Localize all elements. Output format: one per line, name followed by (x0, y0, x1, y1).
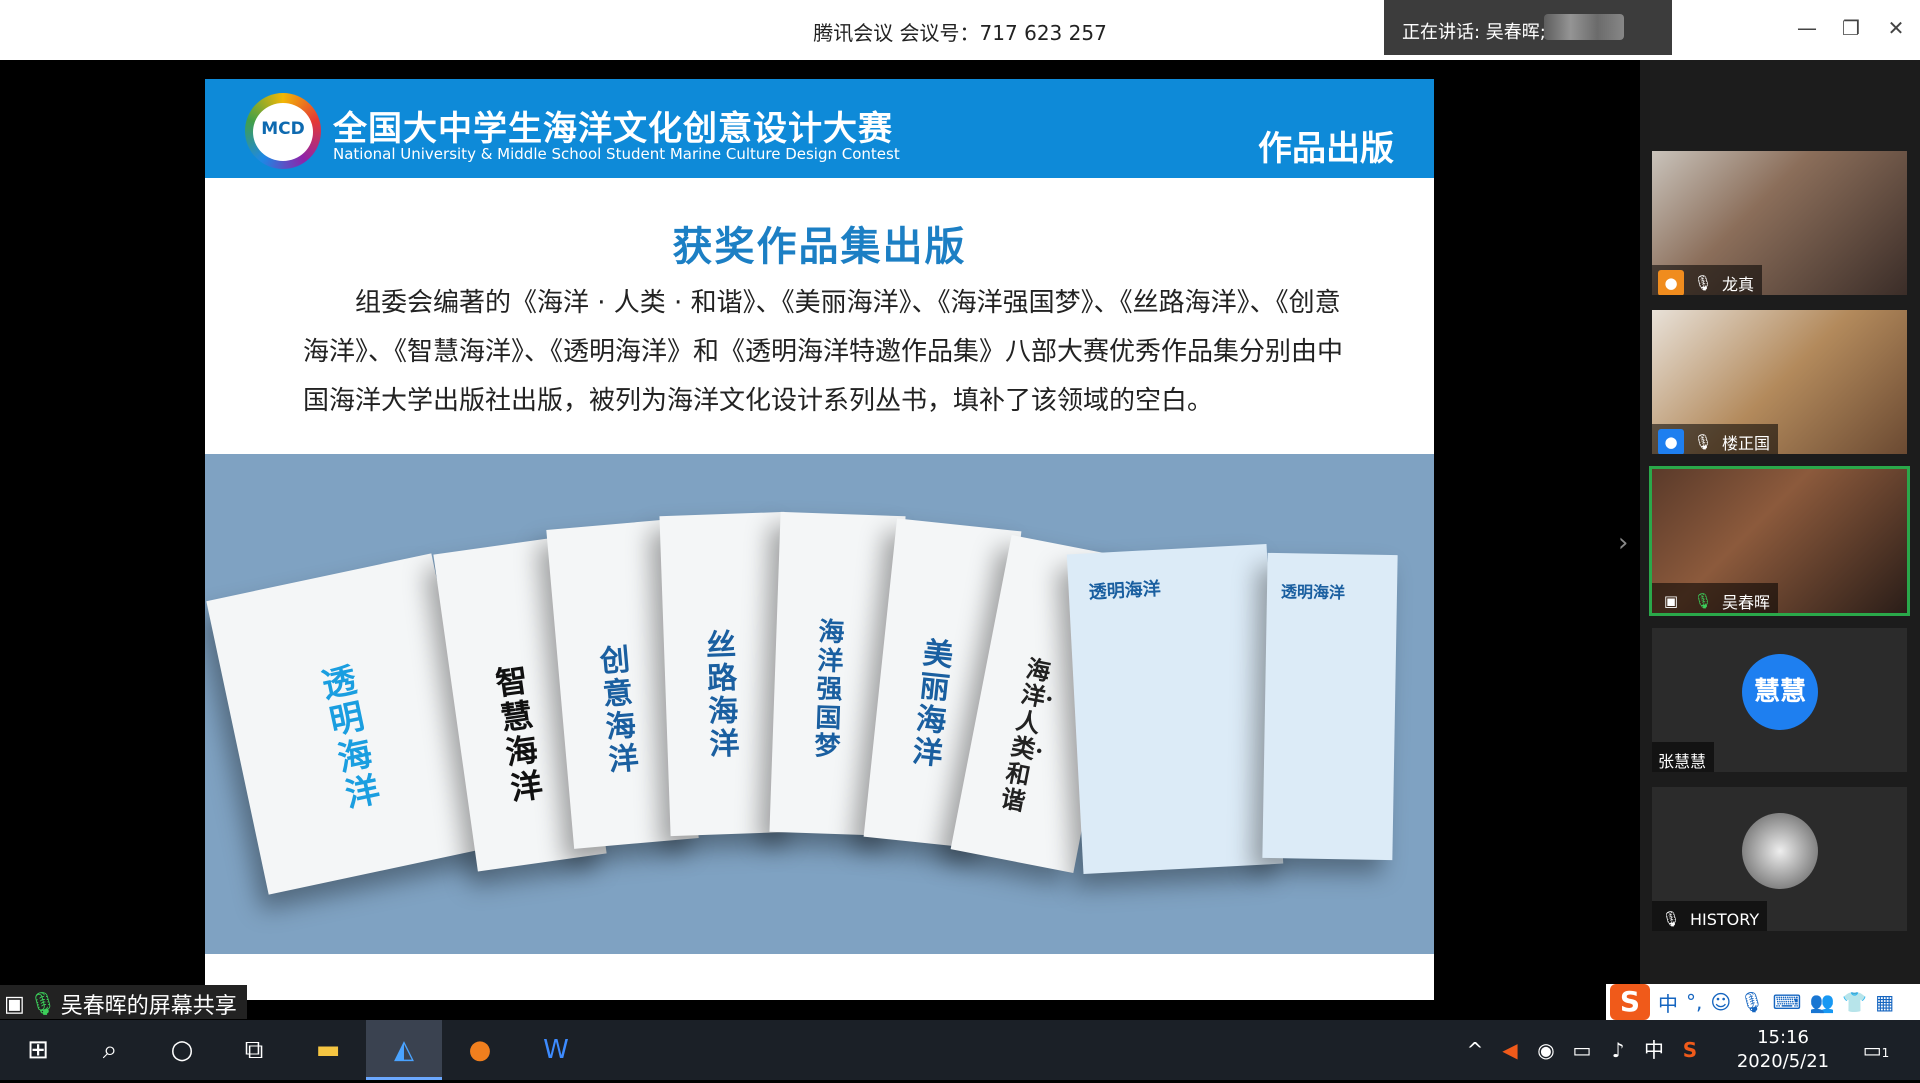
notification-icon[interactable]: ▭1 (1856, 1020, 1896, 1080)
book-title: 透明海洋 (1088, 578, 1162, 604)
participant-namebar: 张慧慧 (1652, 742, 1715, 772)
task-view-icon[interactable]: ⧉ (216, 1020, 292, 1080)
book-title: 美丽海洋 (910, 635, 955, 773)
participant-namebar: ● 🎙 楼正国 (1652, 424, 1779, 454)
participant-name: HISTORY (1690, 909, 1760, 929)
grid-icon[interactable]: ▦ (1875, 990, 1894, 1014)
keyboard-icon[interactable]: ⌨ (1773, 990, 1802, 1014)
wps-writer-icon[interactable]: W (518, 1020, 594, 1080)
share-label: 吴春晖的屏幕共享 (60, 994, 237, 1019)
volume-icon[interactable]: ♪ (1604, 1020, 1632, 1080)
banner-title-en: National University & Middle School Stud… (333, 145, 900, 163)
books-photo: 透明海洋 智慧海洋 创意海洋 丝路海洋 海洋强国梦 美丽海洋 海洋·人类·和谐 … (205, 454, 1434, 954)
start-icon[interactable]: ⊞ (0, 1020, 76, 1080)
participant-name: 吴春晖 (1722, 593, 1771, 612)
mic-muted-icon: 🎙 (1693, 274, 1713, 292)
minimize-button[interactable]: — (1793, 16, 1821, 40)
speaking-indicator: 正在讲话: 吴春晖; (1384, 0, 1672, 55)
participant-name: 楼正国 (1722, 434, 1771, 453)
mic-icon[interactable]: 🎙 (1739, 990, 1764, 1014)
speaking-label: 正在讲话: 吴春晖; (1402, 22, 1546, 43)
screen-share-label: ▣ 🎙 吴春晖的屏幕共享 (0, 985, 247, 1019)
clock-date: 2020/5/21 (1736, 1051, 1830, 1072)
slide-banner: MCD 全国大中学生海洋文化创意设计大赛 National University… (205, 79, 1434, 178)
contest-logo: MCD (245, 93, 321, 169)
book-title: 创意海洋 (598, 642, 641, 779)
book-title: 透明海洋 (318, 660, 384, 817)
tencent-meeting-icon[interactable]: ◭ (366, 1020, 442, 1080)
skin-icon[interactable]: 👕 (1842, 990, 1867, 1014)
emoji-icon[interactable]: ☺ (1710, 990, 1731, 1014)
book-title: 智慧海洋 (493, 660, 546, 808)
mic-muted-icon: 🎙 (1661, 910, 1681, 928)
participant-tile[interactable]: 慧慧 张慧慧 (1652, 628, 1907, 772)
book-title: 丝路海洋 (705, 627, 741, 763)
screen-share-icon: ▣ (1663, 592, 1679, 610)
participant-namebar: 🎙 HISTORY (1652, 901, 1768, 931)
speaker-blur (1544, 14, 1624, 40)
taskbar: ⊞ ⌕ ○ ⧉ ▬ ◭ ● W ^ ◀ ◉ ▭ ♪ 中 S 15:16 2020… (0, 1020, 1920, 1080)
mic-icon: 🎙 (1693, 592, 1713, 610)
slide-title: 获奖作品集出版 (672, 223, 967, 270)
title-bar: 腾讯会议 会议号：717 623 257 正在讲话: 吴春晖; — ❐ ✕ (0, 0, 1920, 60)
user-icon: ● (1658, 429, 1684, 454)
mic-muted-icon: 🎙 (1693, 433, 1713, 451)
chevron-right-icon[interactable]: › (1618, 528, 1628, 558)
screen-share-icon: ▣ (4, 991, 25, 1017)
participant-name: 龙真 (1722, 275, 1755, 294)
file-explorer-icon[interactable]: ▬ (290, 1020, 366, 1080)
participant-avatar (1742, 813, 1818, 889)
logo-text: MCD (253, 103, 313, 161)
mic-icon: 🎙 (28, 991, 57, 1017)
clock-time: 15:16 (1757, 1027, 1809, 1048)
notification-count: 1 (1881, 1046, 1890, 1060)
ime-punct[interactable]: °, (1686, 990, 1702, 1014)
tray-lang[interactable]: 中 (1640, 1020, 1668, 1080)
ime-lang[interactable]: 中 (1658, 988, 1678, 1017)
participant-namebar: ● 🎙 龙真 (1652, 265, 1763, 295)
sogou-tray-icon[interactable]: S (1676, 1020, 1704, 1080)
tray-chevron-up-icon[interactable]: ^ (1462, 1020, 1488, 1080)
presentation-slide: MCD 全国大中学生海洋文化创意设计大赛 National University… (205, 79, 1434, 1000)
banner-title-cn: 全国大中学生海洋文化创意设计大赛 (333, 109, 893, 149)
banner-section: 作品出版 (1258, 129, 1394, 169)
sogou-icon: S (1610, 984, 1650, 1020)
participant-name: 张慧慧 (1658, 752, 1707, 771)
app-icon[interactable]: ● (442, 1020, 518, 1080)
participant-tile[interactable]: ● 🎙 龙真 (1652, 151, 1907, 295)
user-icon: ● (1658, 270, 1684, 295)
participant-namebar: ▣ 🎙 吴春晖 (1652, 583, 1779, 613)
participant-tile[interactable]: ● 🎙 楼正国 (1652, 310, 1907, 454)
participant-avatar: 慧慧 (1742, 654, 1818, 730)
book-cover: 透明海洋 (1066, 543, 1284, 875)
system-clock[interactable]: 15:16 2020/5/21 (1718, 1026, 1848, 1074)
speaker-red-icon[interactable]: ◀ (1496, 1020, 1524, 1080)
close-button[interactable]: ✕ (1882, 16, 1910, 40)
participant-tile[interactable]: 🎙 HISTORY (1652, 787, 1907, 931)
battery-icon[interactable]: ▭ (1568, 1020, 1596, 1080)
book-cover: 透明海洋 (1262, 552, 1398, 861)
cortana-icon[interactable]: ○ (144, 1020, 220, 1080)
user-icon[interactable]: 👥 (1809, 990, 1834, 1014)
book-title: 海洋·人类·和谐 (998, 653, 1057, 817)
book-title: 海洋强国梦 (813, 617, 845, 763)
restore-button[interactable]: ❐ (1837, 16, 1865, 40)
qq-icon[interactable]: ◉ (1532, 1020, 1560, 1080)
search-icon[interactable]: ⌕ (72, 1020, 148, 1080)
slide-body: 组委会编著的《海洋 · 人类 · 和谐》、《美丽海洋》、《海洋强国梦》、《丝路海… (303, 288, 1344, 416)
ime-toolbar[interactable]: S 中 °, ☺ 🎙 ⌨ 👥 👕 ▦ (1606, 984, 1920, 1020)
participant-tile-active[interactable]: ▣ 🎙 吴春晖 (1649, 466, 1910, 616)
tencent-meeting-window: 腾讯会议 会议号：717 623 257 正在讲话: 吴春晖; — ❐ ✕ MC… (0, 0, 1920, 1080)
book-title: 透明海洋 (1280, 582, 1346, 603)
